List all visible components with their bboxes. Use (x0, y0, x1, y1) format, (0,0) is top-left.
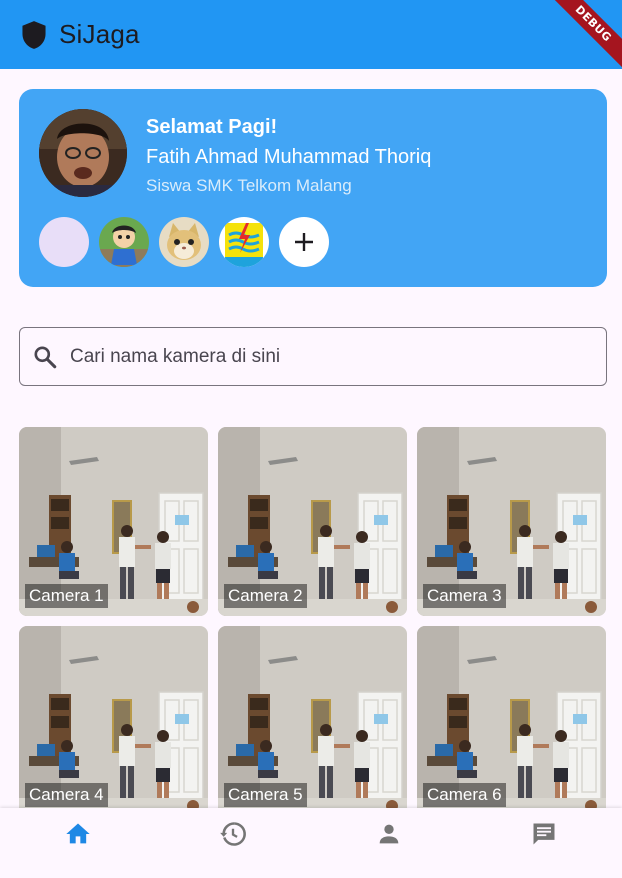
camera-tile-2[interactable]: Camera 2 (218, 427, 407, 616)
search-input[interactable] (70, 328, 606, 385)
app-title: SiJaga (59, 19, 140, 49)
camera-tile-4[interactable]: Camera 4 (19, 626, 208, 815)
user-name: Fatih Ahmad Muhammad Thoriq (146, 146, 432, 168)
nav-item-profile[interactable] (311, 808, 467, 878)
contact-circle-cat[interactable] (159, 217, 209, 267)
nav-item-history[interactable] (156, 808, 312, 878)
camera-label: Camera 5 (224, 783, 307, 807)
profile-avatar[interactable] (39, 109, 127, 197)
contact-circle-cartoon[interactable] (99, 217, 149, 267)
debug-banner: DEBUG (539, 0, 622, 69)
camera-tile-1[interactable]: Camera 1 (19, 427, 208, 616)
camera-label: Camera 1 (25, 584, 108, 608)
cat-avatar-icon (159, 217, 209, 267)
nav-item-home[interactable] (0, 808, 156, 878)
camera-label: Camera 6 (423, 783, 506, 807)
camera-label: Camera 3 (423, 584, 506, 608)
camera-tile-3[interactable]: Camera 3 (417, 427, 606, 616)
person-icon (379, 824, 399, 844)
search-icon (34, 345, 57, 368)
camera-tile-5[interactable]: Camera 5 (218, 626, 407, 815)
chat-icon (533, 823, 555, 845)
profile-card: Selamat Pagi! Fatih Ahmad Muhammad Thori… (19, 89, 607, 287)
greeting-text: Selamat Pagi! (146, 116, 278, 138)
shield-icon (22, 20, 46, 49)
contact-circle-empty[interactable] (39, 217, 89, 267)
camera-label: Camera 2 (224, 584, 307, 608)
bottom-navigation (0, 808, 622, 878)
app-bar: SiJaga DEBUG (0, 0, 622, 69)
user-role: Siswa SMK Telkom Malang (146, 176, 352, 195)
cartoon-avatar-icon (99, 217, 149, 267)
pln-logo-icon (219, 217, 269, 267)
camera-tile-6[interactable]: Camera 6 (417, 626, 606, 815)
contact-circles (39, 217, 329, 267)
camera-grid: Camera 1 Camera 2 Camera 3 Camera 4 Came… (19, 427, 607, 815)
contact-circle-pln[interactable] (219, 217, 269, 267)
profile-info: Selamat Pagi! Fatih Ahmad Muhammad Thori… (146, 115, 431, 198)
search-field[interactable] (19, 327, 607, 386)
nav-item-chat[interactable] (467, 808, 622, 878)
history-icon (220, 822, 247, 846)
profile-photo (39, 109, 127, 197)
home-icon (66, 823, 90, 844)
plus-icon (295, 233, 313, 251)
add-contact-button[interactable] (279, 217, 329, 267)
camera-label: Camera 4 (25, 783, 108, 807)
